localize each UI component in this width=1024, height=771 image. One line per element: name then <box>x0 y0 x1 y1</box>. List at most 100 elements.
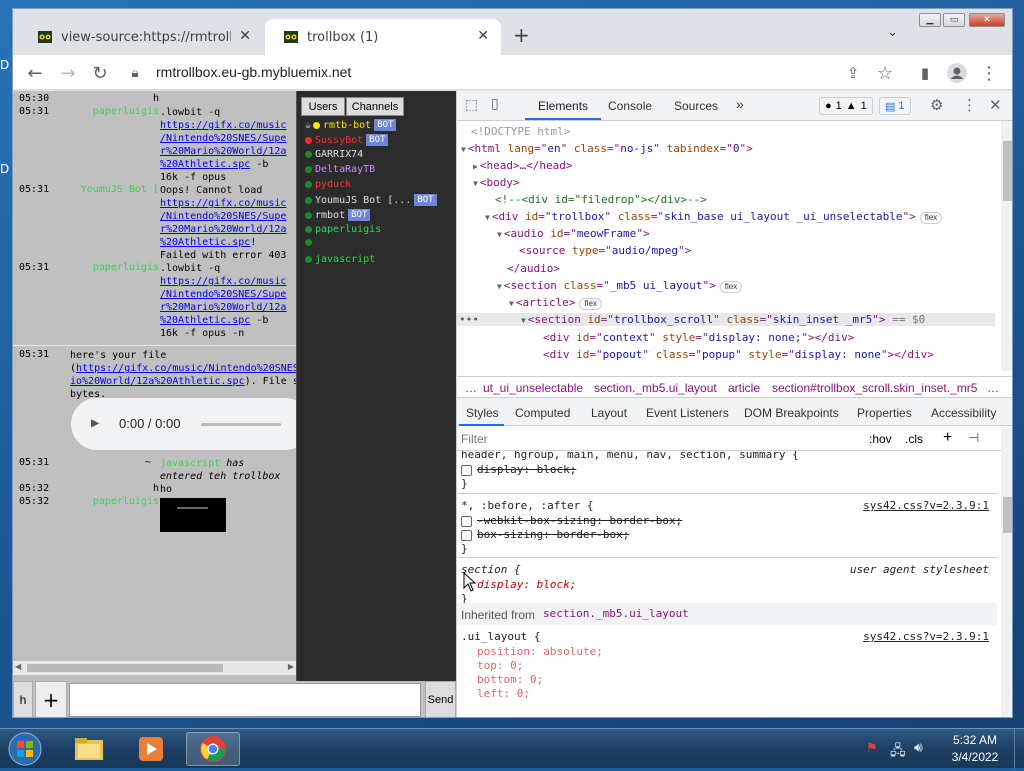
rule-property[interactable]: top: 0; <box>477 659 523 672</box>
breadcrumb-item[interactable]: … <box>987 381 999 395</box>
tray-clock[interactable]: 5:32 AM 3/4/2022 <box>940 733 1010 764</box>
media-player-taskbar-icon[interactable] <box>124 732 178 766</box>
rule-property[interactable]: left: 0; <box>477 687 530 700</box>
reload-icon[interactable]: ↻ <box>88 61 112 85</box>
close-window-button[interactable]: ✕ <box>969 13 1005 27</box>
scrollbar-thumb[interactable] <box>1003 497 1012 533</box>
scrollbar-thumb[interactable] <box>1003 141 1012 201</box>
rule-property[interactable]: position: absolute; <box>477 645 603 658</box>
chat-input[interactable] <box>69 683 421 717</box>
image-thumbnail[interactable] <box>160 498 226 532</box>
property-checkbox[interactable] <box>461 464 472 476</box>
new-tab-icon[interactable]: + <box>513 23 530 47</box>
breadcrumb-item[interactable]: ut_ui_unselectable <box>483 381 583 395</box>
expand-arrow-icon[interactable]: ▼ <box>521 316 526 325</box>
message-link[interactable]: %20Athletic.spc <box>160 315 250 326</box>
user-list-item[interactable]: DeltaRayTB <box>305 164 375 175</box>
dom-node[interactable]: ▼ <html lang="en" class="no-js" tabindex=… <box>461 142 753 155</box>
lock-icon[interactable]: 🔒︎ <box>123 61 147 85</box>
rule-property[interactable]: box-sizing: border-box; <box>461 528 629 541</box>
maximize-button[interactable]: ▭ <box>943 13 965 27</box>
message-link[interactable]: r%20Mario%20World/12a <box>160 224 286 235</box>
side-panel-icon[interactable]: ▮ <box>913 61 937 85</box>
devtools-menu-icon[interactable]: ⋮ <box>962 96 977 114</box>
tab-channels[interactable]: Channels <box>346 97 404 116</box>
dom-tree[interactable]: <!DOCTYPE html> ▼ <html lang="en" class="n… <box>457 121 1012 371</box>
rule-property[interactable]: -webkit-box-sizing: border-box; <box>461 514 682 527</box>
user-list-item[interactable]: ☕ rmtb-bot BOT <box>305 119 397 131</box>
add-button[interactable]: + <box>35 681 67 717</box>
user-list-item[interactable]: rmbot BOT <box>305 209 371 221</box>
message-link[interactable]: /Nintendo%20SNES/Supe <box>160 211 286 222</box>
property-checkbox[interactable] <box>461 515 472 527</box>
flex-badge[interactable]: flex <box>719 281 743 293</box>
styles-scrollbar[interactable] <box>1001 427 1012 717</box>
back-icon[interactable]: ← <box>23 61 47 85</box>
flex-badge[interactable]: flex <box>919 212 943 224</box>
user-list-item[interactable]: javascript <box>305 254 375 265</box>
cls-toggle[interactable]: .cls <box>905 432 923 446</box>
message-nick[interactable]: paperluigis <box>39 496 159 507</box>
rule-property[interactable]: display: block; <box>461 463 576 476</box>
message-nick[interactable]: h <box>39 93 159 104</box>
flex-badge[interactable]: flex <box>579 298 602 310</box>
node-ellipsis-icon[interactable]: ••• <box>459 313 479 326</box>
styles-filter-input[interactable] <box>461 430 851 448</box>
dom-scrollbar[interactable] <box>1001 121 1012 371</box>
styles-subtab[interactable]: Computed <box>515 406 570 420</box>
message-link[interactable]: /Nintendo%20SNES/Supe <box>160 289 286 300</box>
breadcrumb-item[interactable]: article <box>728 381 760 395</box>
message-link[interactable]: %20Athletic.spc <box>160 237 250 248</box>
join-nick[interactable]: javascript <box>160 458 220 469</box>
dom-node[interactable]: ▼ <section class="_mb5 ui_layout"> flex <box>497 279 743 293</box>
tab-search-chevron-icon[interactable]: ⌄ <box>887 25 898 40</box>
dom-node[interactable]: ▼ <body> <box>473 176 520 189</box>
dom-node[interactable]: <!DOCTYPE html> <box>471 125 570 138</box>
message-nick[interactable]: h <box>39 483 159 494</box>
rule-property[interactable]: bottom: 0; <box>477 673 543 686</box>
tab-close-icon[interactable]: ✕ <box>477 28 489 44</box>
expand-arrow-icon[interactable]: ▼ <box>497 282 502 291</box>
property-checkbox[interactable] <box>461 529 472 541</box>
share-icon[interactable]: ⇪ <box>841 61 865 85</box>
dom-node[interactable]: ▼ <section id="trollbox_scroll" class="sk… <box>457 313 995 326</box>
scroll-left-icon[interactable]: ◀ <box>15 662 21 671</box>
explorer-taskbar-icon[interactable] <box>62 732 116 766</box>
message-link[interactable]: %20Athletic.spc <box>160 159 250 170</box>
inherited-selector-link[interactable]: section._mb5.ui_layout <box>543 607 689 620</box>
chat-log[interactable]: 05:30 h 05:31 paperluigis .lowbit -q http… <box>13 91 296 661</box>
dom-node[interactable]: <div id="popout" class="popup" style="di… <box>543 348 934 361</box>
styles-subtab[interactable]: Accessibility <box>931 406 996 420</box>
user-list-item[interactable]: GARRIX74 <box>305 149 363 160</box>
tab-sources[interactable]: Sources <box>674 99 718 113</box>
audio-seek-bar[interactable] <box>201 423 281 426</box>
rule-source-link[interactable]: sys42.css?v=2.3.9:1 <box>863 499 989 512</box>
settings-gear-icon[interactable]: ⚙ <box>930 96 943 114</box>
tab-elements[interactable]: Elements <box>538 99 588 113</box>
dom-node[interactable]: <!--<div id="filedrop"></div>--> <box>495 193 707 206</box>
send-button[interactable]: Send <box>425 681 456 717</box>
message-link[interactable]: r%20Mario%20World/12a <box>160 302 286 313</box>
chrome-taskbar-icon[interactable] <box>186 732 240 766</box>
styles-subtab[interactable]: DOM Breakpoints <box>744 406 839 420</box>
breadcrumb-item[interactable]: section._mb5.ui_layout <box>594 381 717 395</box>
dom-node[interactable]: ▼ <audio id="meowFrame"> <box>497 227 650 240</box>
nick-button[interactable]: h <box>13 681 33 717</box>
tab-console[interactable]: Console <box>608 99 652 113</box>
volume-tray-icon[interactable]: 🔊︎ <box>914 740 923 756</box>
more-tabs-icon[interactable]: » <box>736 96 744 112</box>
message-link[interactable]: https://gifx.co/music <box>160 276 286 287</box>
user-list-item[interactable]: paperluigis <box>305 224 381 235</box>
styles-subtab[interactable]: Properties <box>857 406 912 420</box>
play-icon[interactable]: ▶ <box>91 415 99 431</box>
dom-node[interactable]: ▼ <article> flex <box>509 296 602 310</box>
network-tray-icon[interactable]: 🖧︎ <box>890 740 906 764</box>
styles-subtab[interactable]: Styles <box>466 406 499 420</box>
profile-avatar-icon[interactable] <box>945 61 969 85</box>
messages-counter[interactable]: ▤ 1 <box>879 97 911 115</box>
start-button[interactable] <box>6 731 44 767</box>
toggle-sidebar-icon[interactable]: ⊣ <box>968 430 979 446</box>
file-link[interactable]: io%20World/12a%20Athletic.spc <box>70 376 245 387</box>
user-list-item[interactable]: SussyBot BOT <box>305 134 389 146</box>
inspect-element-icon[interactable]: ⬚ <box>465 97 478 113</box>
